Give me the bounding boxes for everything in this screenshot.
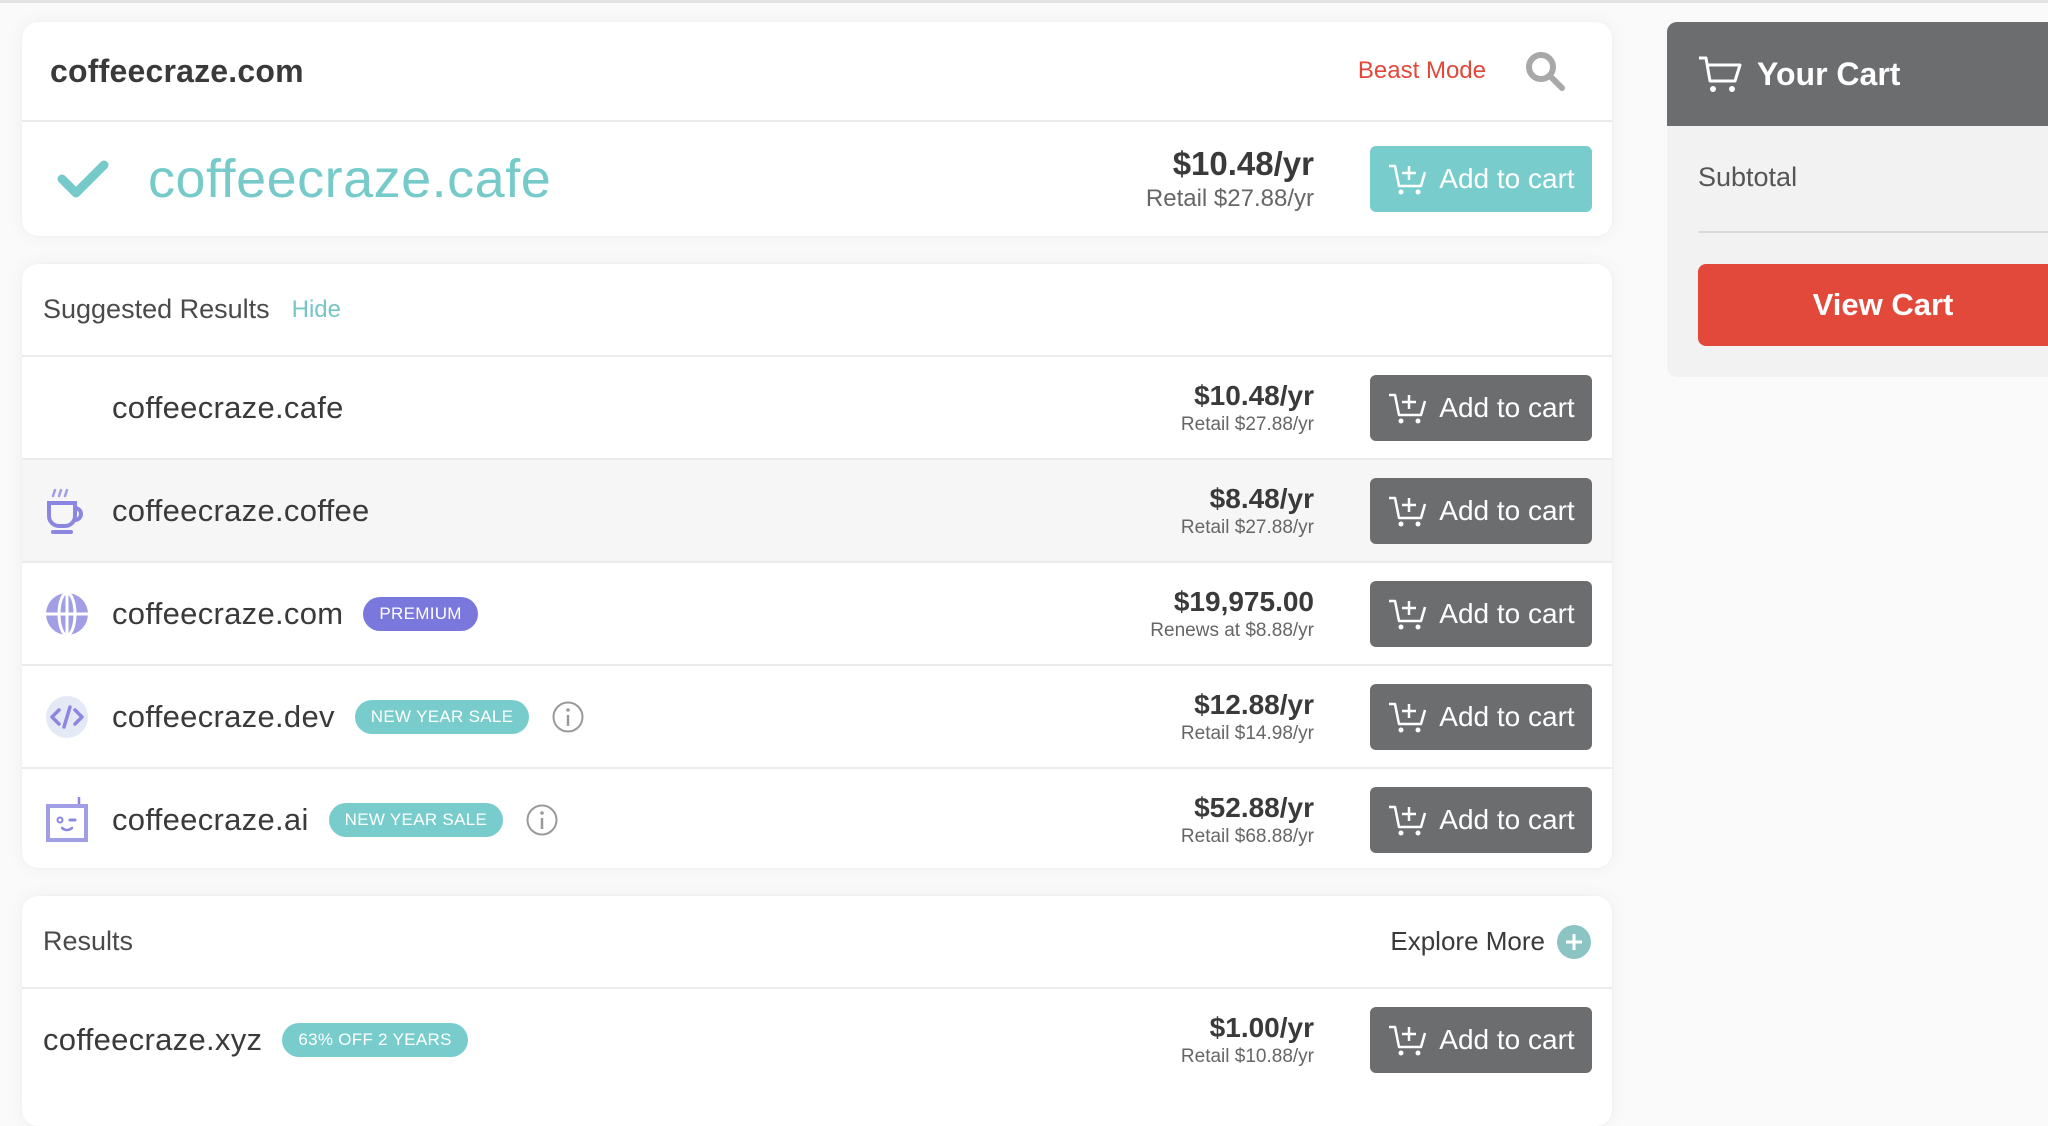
retail-price: Retail $10.88/yr — [1180, 1045, 1314, 1067]
retail-price: Retail $27.88/yr — [1180, 516, 1314, 538]
price: $1.00/yr — [1209, 1011, 1314, 1043]
add-to-cart-label: Add to cart — [1439, 494, 1575, 526]
suggested-header: Suggested Results Hide — [22, 264, 1612, 355]
selected-domain-row: coffeecraze.cafe $10.48/yr Retail $27.88… — [22, 122, 1612, 236]
domain-name: coffeecraze.com — [112, 595, 344, 631]
price-block: $12.88/yr Retail $14.98/yr — [1181, 689, 1314, 745]
beast-mode-link[interactable]: Beast Mode — [1358, 57, 1486, 85]
search-icon[interactable] — [1522, 48, 1568, 94]
view-cart-button[interactable]: View Cart — [1698, 264, 2048, 346]
search-header: coffeecraze.com Beast Mode — [22, 22, 1612, 120]
cart-panel: Your Cart Subtotal View Cart — [1667, 22, 2048, 377]
section-title: Results — [43, 926, 134, 956]
check-icon — [57, 160, 109, 198]
add-to-cart-label: Add to cart — [1439, 597, 1575, 629]
price-block: $1.00/yr Retail $10.88/yr — [1181, 1012, 1314, 1068]
hide-link[interactable]: Hide — [292, 296, 341, 324]
selected-domain-name: coffeecraze.cafe — [148, 149, 552, 209]
add-to-cart-button[interactable]: Add to cart — [1370, 580, 1592, 647]
price-block: $52.88/yr Retail $68.88/yr — [1181, 792, 1314, 848]
price: $10.48/yr — [1172, 145, 1314, 182]
price: $52.88/yr — [1194, 791, 1314, 823]
search-query[interactable]: coffeecraze.com — [50, 53, 1358, 90]
domain-name: coffeecraze.coffee — [112, 492, 370, 528]
result-row[interactable]: coffeecraze.cafe $10.48/yr Retail $27.88… — [22, 355, 1612, 458]
add-to-cart-label: Add to cart — [1439, 803, 1575, 835]
retail-price: Retail $27.88/yr — [1180, 413, 1314, 435]
subtotal-label: Subtotal — [1698, 162, 1798, 192]
price: $10.48/yr — [1194, 379, 1314, 411]
add-to-cart-label: Add to cart — [1439, 163, 1575, 194]
sale-badge: NEW YEAR SALE — [354, 699, 530, 734]
domain-name: coffeecraze.dev — [112, 698, 335, 734]
search-card: coffeecraze.com Beast Mode coffeecraze.c… — [22, 22, 1612, 236]
blank-icon — [43, 383, 91, 433]
domain-name: coffeecraze.xyz — [43, 1021, 263, 1057]
robot-icon — [46, 796, 88, 842]
cart-plus-icon — [1389, 599, 1427, 629]
price-block: $10.48/yr Retail $27.88/yr — [1181, 380, 1314, 436]
premium-badge: PREMIUM — [363, 596, 478, 631]
explore-more-button[interactable]: Explore More — [1390, 924, 1591, 959]
top-border — [0, 0, 2048, 3]
result-row[interactable]: coffeecraze.ai NEW YEAR SALE $52.88/yr R… — [22, 767, 1612, 868]
add-to-cart-button[interactable]: Add to cart — [1370, 786, 1592, 853]
domain-name: coffeecraze.ai — [112, 801, 309, 837]
add-to-cart-label: Add to cart — [1439, 1023, 1575, 1055]
cart-plus-icon — [1389, 1025, 1427, 1055]
section-title: Suggested Results — [43, 294, 270, 324]
add-to-cart-button[interactable]: Add to cart — [1370, 1006, 1592, 1073]
add-to-cart-button[interactable]: Add to cart — [1370, 374, 1592, 441]
cart-title: Your Cart — [1757, 55, 1901, 92]
cart-plus-icon — [1389, 164, 1427, 195]
info-icon[interactable] — [525, 803, 559, 837]
discount-badge: 63% OFF 2 YEARS — [282, 1022, 468, 1057]
add-to-cart-label: Add to cart — [1439, 700, 1575, 732]
add-to-cart-label: Add to cart — [1439, 391, 1575, 423]
price-block: $10.48/yr Retail $27.88/yr — [1146, 145, 1314, 213]
result-row[interactable]: coffeecraze.coffee $8.48/yr Retail $27.8… — [22, 458, 1612, 561]
add-to-cart-button[interactable]: Add to cart — [1370, 683, 1592, 750]
cart-plus-icon — [1389, 805, 1427, 835]
add-to-cart-button[interactable]: Add to cart — [1370, 477, 1592, 544]
shopping-cart-icon — [1699, 56, 1742, 92]
price-block: $8.48/yr Retail $27.88/yr — [1181, 483, 1314, 539]
plus-circle-icon — [1557, 924, 1591, 959]
price: $8.48/yr — [1209, 482, 1314, 514]
results-header: Results Explore More — [22, 896, 1612, 987]
divider — [1698, 231, 2048, 233]
renewal-price: Renews at $8.88/yr — [1150, 619, 1314, 641]
suggested-results-card: Suggested Results Hide coffeecraze.cafe … — [22, 264, 1612, 868]
info-icon[interactable] — [551, 700, 585, 734]
cart-plus-icon — [1389, 702, 1427, 732]
code-icon — [46, 695, 88, 738]
result-row[interactable]: coffeecraze.xyz 63% OFF 2 YEARS $1.00/yr… — [22, 987, 1612, 1090]
cart-header: Your Cart — [1667, 22, 2048, 126]
coffee-cup-icon — [47, 488, 83, 534]
cart-plus-icon — [1389, 496, 1427, 526]
domain-name: coffeecraze.cafe — [112, 389, 344, 425]
price: $12.88/yr — [1194, 688, 1314, 720]
globe-icon — [46, 591, 88, 636]
cart-plus-icon — [1389, 393, 1427, 423]
results-card: Results Explore More coffeecraze.xyz 63%… — [22, 896, 1612, 1126]
add-to-cart-button[interactable]: Add to cart — [1370, 146, 1592, 212]
retail-price: Retail $68.88/yr — [1180, 825, 1314, 847]
sale-badge: NEW YEAR SALE — [328, 802, 504, 837]
price: $19,975.00 — [1173, 585, 1314, 617]
result-row[interactable]: coffeecraze.com PREMIUM $19,975.00 Renew… — [22, 561, 1612, 664]
retail-price: Retail $27.88/yr — [1145, 185, 1314, 212]
price-block: $19,975.00 Renews at $8.88/yr — [1150, 586, 1314, 642]
explore-more-label: Explore More — [1390, 926, 1545, 956]
result-row[interactable]: coffeecraze.dev NEW YEAR SALE $12.88/yr … — [22, 664, 1612, 767]
retail-price: Retail $14.98/yr — [1180, 722, 1314, 744]
